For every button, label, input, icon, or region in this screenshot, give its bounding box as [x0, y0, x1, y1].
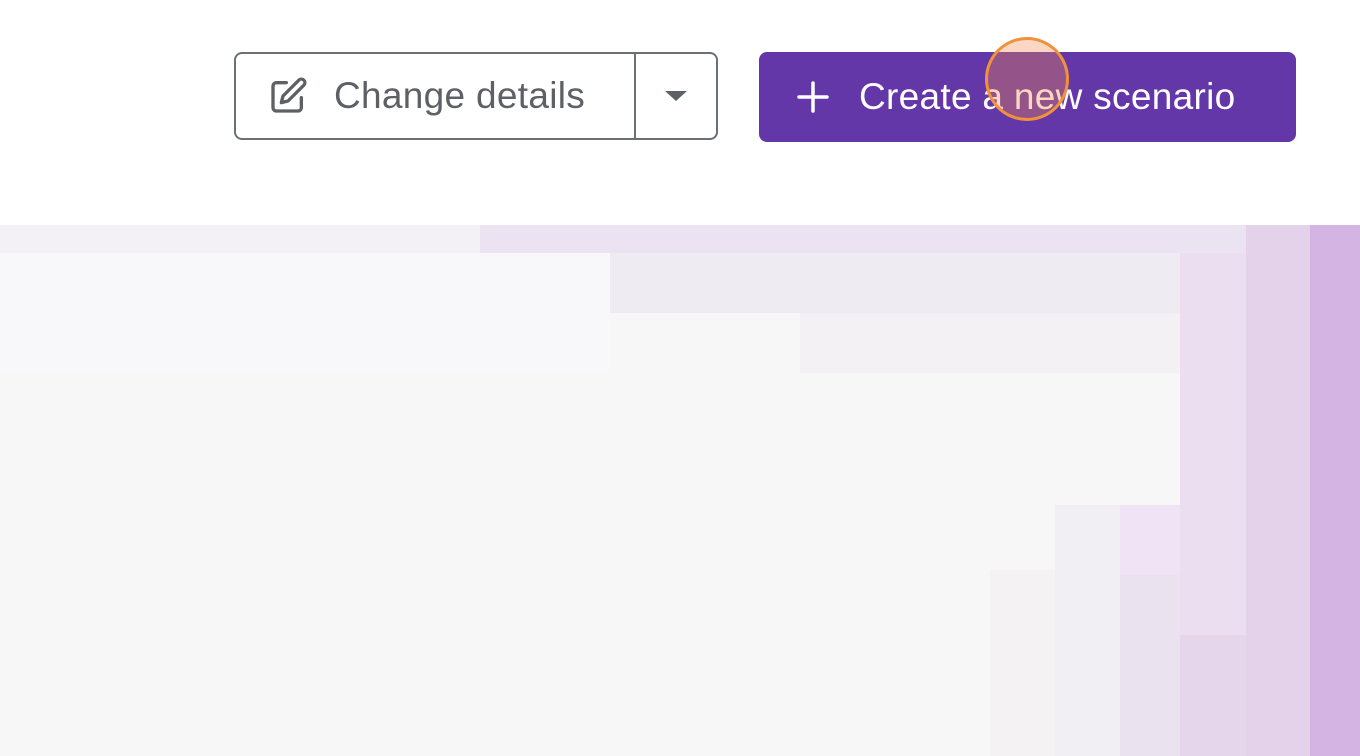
blur-tile: [1246, 225, 1310, 756]
change-details-split-button: Change details: [234, 52, 718, 140]
page: Change details Create a new scenario: [0, 0, 1360, 756]
blur-tile: [1180, 635, 1246, 756]
blur-tile: [990, 570, 1055, 756]
blur-tile: [1310, 225, 1360, 756]
blur-tile: [0, 253, 610, 373]
content-area: [0, 225, 1360, 756]
blur-tile: [1120, 575, 1180, 756]
create-scenario-button[interactable]: Create a new scenario: [759, 52, 1296, 142]
create-scenario-label: Create a new scenario: [859, 76, 1236, 117]
edit-icon: [268, 76, 308, 116]
change-details-label: Change details: [334, 75, 586, 116]
change-details-button[interactable]: Change details: [236, 54, 636, 138]
change-details-menu-button[interactable]: [636, 54, 716, 138]
toolbar: Change details Create a new scenario: [0, 0, 1360, 225]
blur-tile: [1120, 505, 1180, 575]
blur-tile: [480, 225, 1310, 253]
blur-tile: [0, 225, 480, 253]
blur-tile: [610, 253, 1180, 313]
blur-tile: [1055, 505, 1120, 756]
plus-icon: [795, 79, 831, 115]
blur-tile: [800, 313, 1180, 373]
caret-down-icon: [665, 91, 687, 101]
